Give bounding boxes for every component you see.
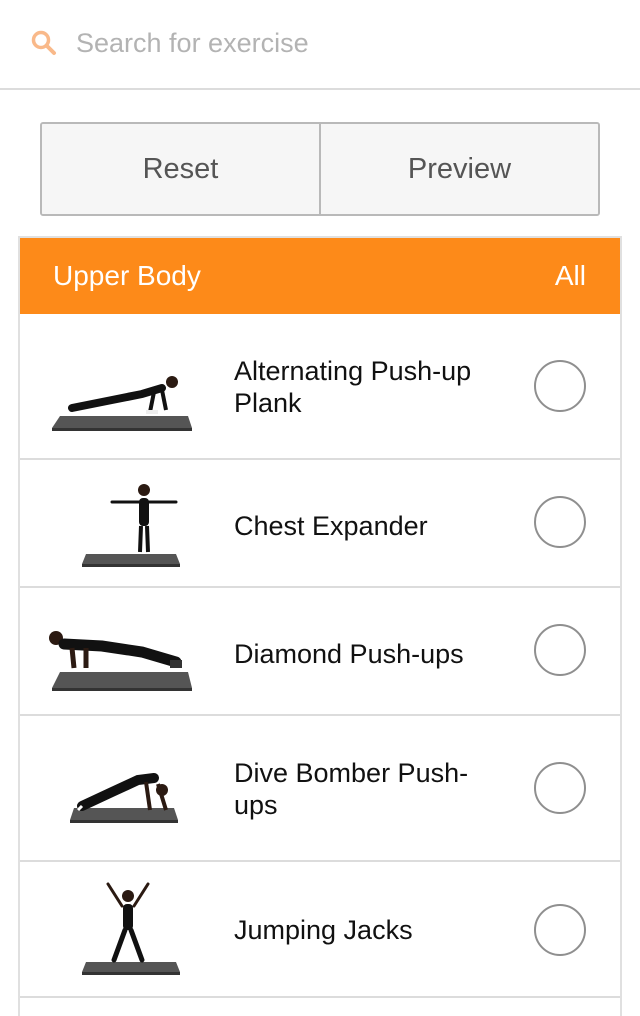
exercise-name: Diamond Push-ups xyxy=(234,639,464,669)
exercise-select-radio[interactable] xyxy=(534,762,586,814)
exercise-section: Upper Body All Alternating Push-up Plank… xyxy=(18,236,622,1016)
exercise-image xyxy=(82,484,180,567)
exercise-select-radio[interactable] xyxy=(534,624,586,676)
search-icon xyxy=(31,30,56,55)
preview-button[interactable]: Preview xyxy=(319,124,598,214)
exercise-select-radio[interactable] xyxy=(534,904,586,956)
exercise-image xyxy=(52,376,192,431)
list-item[interactable]: Dive Bomber Push-ups xyxy=(20,716,620,862)
list-item[interactable]: Alternating Push-up Plank xyxy=(20,314,620,460)
exercise-name: Jumping Jacks xyxy=(234,915,413,945)
list-item[interactable]: Diamond Push-ups xyxy=(20,588,620,716)
action-button-group: Reset Preview xyxy=(40,122,600,216)
exercise-name: Dive Bomber Push-ups xyxy=(234,758,469,820)
search-input[interactable] xyxy=(76,22,616,64)
exercise-select-radio[interactable] xyxy=(534,360,586,412)
exercise-image xyxy=(49,631,192,691)
section-header: Upper Body All xyxy=(20,238,620,314)
reset-button[interactable]: Reset xyxy=(42,124,319,214)
exercise-image xyxy=(82,882,180,975)
list-item[interactable]: Jumping Jacks xyxy=(20,862,620,998)
select-all-link[interactable]: All xyxy=(555,260,586,292)
exercise-image xyxy=(70,773,178,823)
search-bar xyxy=(0,0,640,90)
section-title: Upper Body xyxy=(53,260,201,291)
list-item[interactable]: Chest Expander xyxy=(20,460,620,588)
exercise-select-radio[interactable] xyxy=(534,496,586,548)
exercise-name: Alternating Push-up Plank xyxy=(234,356,472,418)
exercise-name: Chest Expander xyxy=(234,511,428,541)
